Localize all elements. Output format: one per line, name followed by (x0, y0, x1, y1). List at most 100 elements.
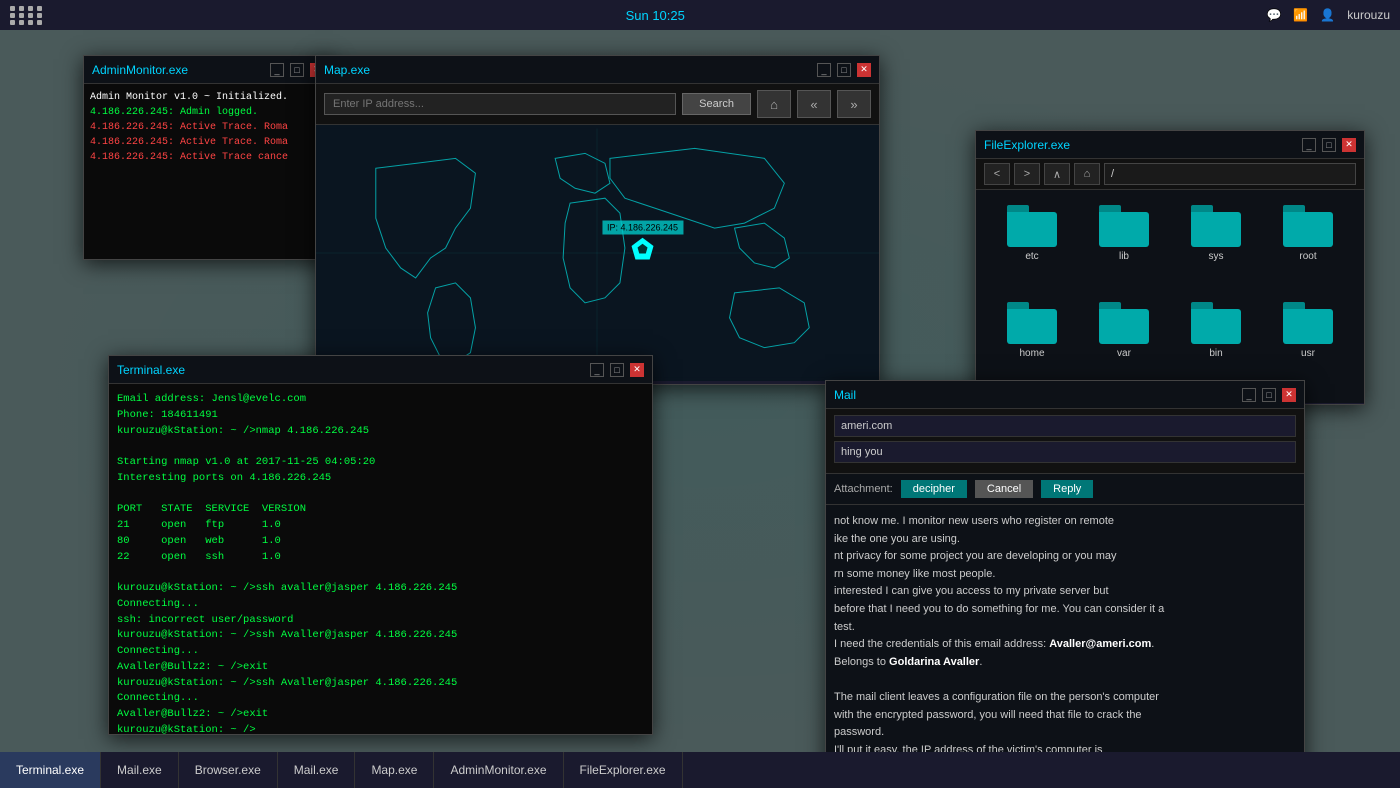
mail-minimize-btn[interactable]: _ (1242, 388, 1256, 402)
folder-usr[interactable]: usr (1267, 302, 1349, 389)
folder-icon-etc (1007, 205, 1057, 247)
term-line-20: Connecting... (117, 691, 644, 707)
file-up-btn[interactable]: ∧ (1044, 163, 1070, 185)
taskbar-mail-1-label: Mail.exe (117, 763, 162, 777)
taskbar-adminmonitor[interactable]: AdminMonitor.exe (434, 752, 563, 788)
folder-label-lib: lib (1119, 251, 1129, 262)
admin-line-4: 4.186.226.245: Active Trace. Roma (90, 135, 326, 150)
term-line-17: Connecting... (117, 644, 644, 660)
folder-icon-var (1099, 302, 1149, 344)
term-line-18: Avaller@Bullz2: ~ />exit (117, 660, 644, 676)
term-line-13: kurouzu@kStation: ~ />ssh avaller@jasper… (117, 581, 644, 597)
taskbar-fileexplorer[interactable]: FileExplorer.exe (564, 752, 683, 788)
user-icon: 👤 (1320, 8, 1335, 22)
taskbar-terminal[interactable]: Terminal.exe (0, 752, 101, 788)
folder-root[interactable]: root (1267, 205, 1349, 292)
file-forward-btn[interactable]: > (1014, 163, 1040, 185)
folder-label-usr: usr (1301, 348, 1315, 359)
file-explorer-window: FileExplorer.exe _ □ ✕ < > ∧ ⌂ etc lib s… (975, 130, 1365, 405)
taskbar-adminmonitor-label: AdminMonitor.exe (450, 763, 546, 777)
map-close-btn[interactable]: ✕ (857, 63, 871, 77)
file-back-btn[interactable]: < (984, 163, 1010, 185)
taskbar-map-label: Map.exe (371, 763, 417, 777)
terminal-window: Terminal.exe _ □ ✕ Email address: Jensl@… (108, 355, 653, 735)
folder-lib[interactable]: lib (1083, 205, 1165, 292)
admin-line-2: 4.186.226.245: Admin logged. (90, 105, 326, 120)
admin-maximize-btn[interactable]: □ (290, 63, 304, 77)
decipher-button[interactable]: decipher (901, 480, 967, 498)
file-path-input[interactable] (1104, 163, 1356, 185)
mail-fields (826, 409, 1304, 474)
folder-icon-home (1007, 302, 1057, 344)
mail-close-btn[interactable]: ✕ (1282, 388, 1296, 402)
term-line-11: 22 open ssh 1.0 (117, 550, 644, 566)
taskbar-mail-2[interactable]: Mail.exe (278, 752, 356, 788)
file-close-btn[interactable]: ✕ (1342, 138, 1356, 152)
term-line-21: Avaller@Bullz2: ~ />exit (117, 707, 644, 723)
admin-line-3: 4.186.226.245: Active Trace. Roma (90, 120, 326, 135)
marker-inner (638, 244, 648, 254)
wifi-icon: 📶 (1293, 8, 1308, 22)
folder-icon-bin (1191, 302, 1241, 344)
file-minimize-btn[interactable]: _ (1302, 138, 1316, 152)
folder-label-home: home (1019, 348, 1044, 359)
terminal-maximize-btn[interactable]: □ (610, 363, 624, 377)
ip-address-input[interactable] (324, 93, 676, 115)
chat-icon[interactable]: 💬 (1266, 8, 1281, 22)
mail-body-text: not know me. I monitor new users who reg… (834, 513, 1296, 777)
mail-controls: _ □ ✕ (1242, 388, 1296, 402)
folder-bin[interactable]: bin (1175, 302, 1257, 389)
term-line-7 (117, 487, 644, 503)
term-line-1: Email address: Jensl@evelc.com (117, 392, 644, 408)
terminal-minimize-btn[interactable]: _ (590, 363, 604, 377)
map-marker: IP: 4.186.226.245 (602, 221, 683, 260)
map-toolbar: Search ⌂ « » (316, 84, 879, 125)
folder-var[interactable]: var (1083, 302, 1165, 389)
folder-label-sys: sys (1209, 251, 1224, 262)
system-tray: 💬 📶 👤 kurouzu (1266, 8, 1390, 22)
map-back-btn[interactable]: « (797, 90, 831, 118)
taskbar-bottom: Terminal.exe Mail.exe Browser.exe Mail.e… (0, 752, 1400, 788)
term-line-4 (117, 439, 644, 455)
marker-icon (632, 238, 654, 260)
admin-title: AdminMonitor.exe (92, 63, 188, 77)
term-line-8: PORT STATE SERVICE VERSION (117, 502, 644, 518)
term-line-5: Starting nmap v1.0 at 2017-11-25 04:05:2… (117, 455, 644, 471)
taskbar-browser-label: Browser.exe (195, 763, 261, 777)
map-forward-btn[interactable]: » (837, 90, 871, 118)
term-line-10: 80 open web 1.0 (117, 534, 644, 550)
terminal-title: Terminal.exe (117, 363, 185, 377)
folder-label-bin: bin (1209, 348, 1222, 359)
folder-label-var: var (1117, 348, 1131, 359)
map-home-btn[interactable]: ⌂ (757, 90, 791, 118)
admin-line-5: 4.186.226.245: Active Trace cance (90, 150, 326, 165)
file-maximize-btn[interactable]: □ (1322, 138, 1336, 152)
term-line-19: kurouzu@kStation: ~ />ssh Avaller@jasper… (117, 676, 644, 692)
taskbar-map[interactable]: Map.exe (355, 752, 434, 788)
reply-button[interactable]: Reply (1041, 480, 1093, 498)
map-maximize-btn[interactable]: □ (837, 63, 851, 77)
mail-to-field[interactable] (834, 415, 1296, 437)
map-minimize-btn[interactable]: _ (817, 63, 831, 77)
term-line-3: kurouzu@kStation: ~ />nmap 4.186.226.245 (117, 424, 644, 440)
mail-maximize-btn[interactable]: □ (1262, 388, 1276, 402)
folder-sys[interactable]: sys (1175, 205, 1257, 292)
folder-home[interactable]: home (991, 302, 1073, 389)
mail-body: not know me. I monitor new users who reg… (826, 505, 1304, 778)
file-home-btn[interactable]: ⌂ (1074, 163, 1100, 185)
apps-grid[interactable] (10, 6, 44, 25)
folder-label-root: root (1299, 251, 1316, 262)
mail-subject-field[interactable] (834, 441, 1296, 463)
terminal-content[interactable]: Email address: Jensl@evelc.com Phone: 18… (109, 384, 652, 734)
folder-etc[interactable]: etc (991, 205, 1073, 292)
admin-minimize-btn[interactable]: _ (270, 63, 284, 77)
folder-icon-sys (1191, 205, 1241, 247)
attachment-label: Attachment: (834, 483, 893, 495)
cancel-button[interactable]: Cancel (975, 480, 1033, 498)
terminal-close-btn[interactable]: ✕ (630, 363, 644, 377)
map-window: Map.exe _ □ ✕ Search ⌂ « » (315, 55, 880, 385)
map-search-button[interactable]: Search (682, 93, 751, 115)
taskbar-mail-1[interactable]: Mail.exe (101, 752, 179, 788)
term-line-2: Phone: 184611491 (117, 408, 644, 424)
taskbar-browser[interactable]: Browser.exe (179, 752, 278, 788)
